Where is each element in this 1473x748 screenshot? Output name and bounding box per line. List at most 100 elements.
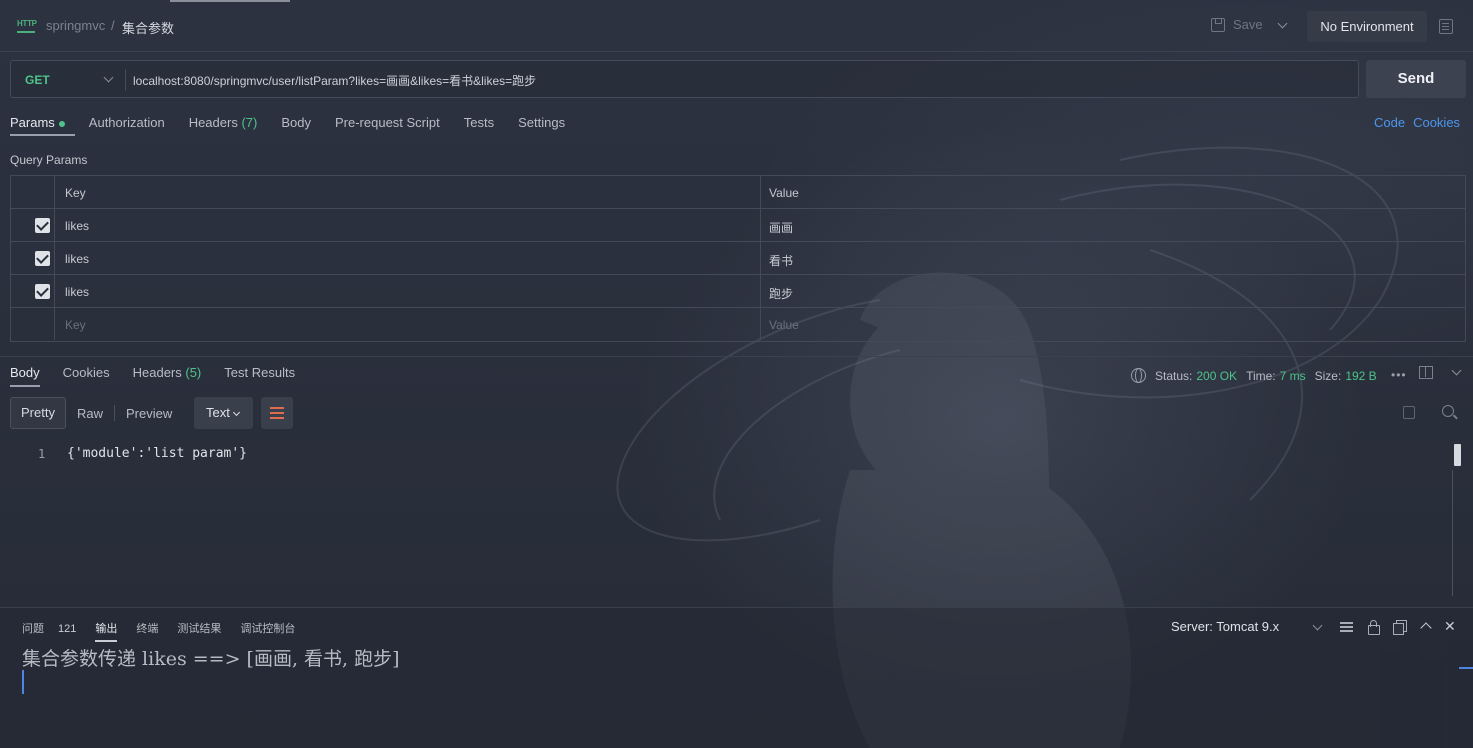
- row-checkbox[interactable]: [35, 218, 50, 233]
- table-row-new: Key Value: [11, 308, 1465, 341]
- query-params-title: Query Params: [10, 153, 88, 167]
- tab-pre-request-script[interactable]: Pre-request Script: [335, 115, 440, 130]
- param-value[interactable]: 看书: [769, 252, 793, 269]
- breadcrumb-current[interactable]: 集合参数: [122, 18, 174, 37]
- method-selector[interactable]: GET: [25, 73, 50, 87]
- lock-scroll-icon[interactable]: [1367, 620, 1380, 635]
- server-selector[interactable]: Server: Tomcat 9.x: [1171, 619, 1279, 634]
- url-divider: [125, 69, 126, 91]
- tab-response-body[interactable]: Body: [10, 365, 40, 387]
- copy-output-icon[interactable]: [1393, 620, 1407, 635]
- table-row: likes 看书: [11, 242, 1465, 275]
- row-checkbox[interactable]: [35, 284, 50, 299]
- table-header-row: Key Value: [11, 176, 1465, 209]
- pretty-button[interactable]: Pretty: [10, 397, 66, 429]
- save-dropdown-chevron-icon[interactable]: [1277, 18, 1288, 29]
- globe-icon[interactable]: [1131, 368, 1146, 383]
- new-value-input[interactable]: Value: [769, 318, 799, 332]
- breadcrumb-separator: /: [111, 18, 115, 33]
- wrap-lines-button[interactable]: [261, 397, 293, 429]
- headers-count: (7): [241, 115, 258, 130]
- code-link[interactable]: Code: [1374, 115, 1405, 130]
- cookies-link[interactable]: Cookies: [1413, 115, 1460, 130]
- tab-response-cookies[interactable]: Cookies: [63, 365, 110, 380]
- new-key-input[interactable]: Key: [65, 318, 86, 332]
- send-button[interactable]: Send: [1366, 60, 1466, 98]
- tab-test-results[interactable]: Test Results: [224, 365, 295, 380]
- column-header-key: Key: [65, 186, 86, 200]
- save-label: Save: [1233, 17, 1263, 32]
- response-scrollbar[interactable]: [1454, 444, 1461, 466]
- tab-tests[interactable]: Tests: [464, 115, 494, 130]
- column-divider: [760, 242, 761, 274]
- url-input[interactable]: localhost:8080/springmvc/user/listParam?…: [133, 72, 536, 89]
- console-tab-problems-label: 问题: [22, 623, 44, 635]
- column-divider: [760, 275, 761, 307]
- console-tab-test-results[interactable]: 测试结果: [177, 620, 221, 636]
- environment-selector[interactable]: No Environment: [1307, 11, 1427, 42]
- url-bar: GET localhost:8080/springmvc/user/listPa…: [10, 60, 1359, 98]
- tab-body[interactable]: Body: [281, 115, 311, 130]
- pane-splitter[interactable]: [0, 356, 1473, 357]
- column-header-value: Value: [769, 186, 799, 200]
- copy-response-icon[interactable]: [1403, 406, 1415, 419]
- param-value[interactable]: 画画: [769, 219, 793, 236]
- method-chevron-icon[interactable]: [103, 72, 114, 83]
- time-value[interactable]: 7 ms: [1280, 369, 1306, 383]
- param-key[interactable]: likes: [65, 285, 89, 299]
- tab-headers[interactable]: Headers (7): [189, 115, 258, 130]
- save-icon: [1211, 17, 1225, 32]
- console-tab-output[interactable]: 输出: [95, 620, 118, 642]
- response-type-selector[interactable]: Text: [194, 397, 253, 429]
- console-caret: [22, 670, 24, 694]
- tab-params-label: Params: [10, 115, 55, 130]
- raw-button[interactable]: Raw: [66, 406, 114, 421]
- console-tab-terminal[interactable]: 终端: [136, 620, 158, 636]
- top-header: HTTP springmvc / 集合参数 Save No Environmen…: [0, 0, 1473, 52]
- tab-accent-line: [170, 0, 290, 2]
- row-checkbox-cell: [11, 209, 55, 241]
- tab-response-headers[interactable]: Headers (5): [133, 365, 202, 380]
- output-console-panel: 问题 121 输出 终端 测试结果 调试控制台 Server: Tomcat 9.…: [0, 607, 1473, 748]
- status-label: Status:: [1155, 368, 1193, 383]
- row-checkbox[interactable]: [35, 251, 50, 266]
- tab-params[interactable]: Params: [10, 115, 75, 136]
- request-tabs: Params Authorization Headers (7) Body Pr…: [10, 115, 589, 136]
- filter-list-icon[interactable]: [1340, 620, 1353, 633]
- close-icon[interactable]: ✕: [1444, 619, 1457, 633]
- maximize-panel-icon[interactable]: [1419, 620, 1432, 633]
- preview-button[interactable]: Preview: [115, 406, 183, 421]
- row-checkbox-cell: [11, 275, 55, 307]
- more-options-icon[interactable]: •••: [1391, 368, 1407, 382]
- response-body-text[interactable]: {'module':'list param'}: [67, 446, 247, 461]
- status-value[interactable]: 200 OK: [1196, 369, 1237, 383]
- tab-authorization[interactable]: Authorization: [89, 115, 165, 130]
- checkbox-column-header: [11, 176, 55, 208]
- query-params-table: Key Value likes 画画 likes 看书 likes 跑步 Key…: [10, 175, 1466, 342]
- console-tab-problems[interactable]: 问题 121: [22, 620, 76, 636]
- response-format-group: Pretty Raw Preview: [10, 397, 183, 429]
- response-tabs: Body Cookies Headers (5) Test Results: [10, 365, 318, 387]
- server-chevron-icon[interactable]: [1312, 620, 1323, 631]
- response-type-chevron-icon: [232, 408, 240, 417]
- collapse-response-chevron-icon[interactable]: [1451, 365, 1462, 376]
- console-tab-debug-console[interactable]: 调试控制台: [240, 620, 295, 636]
- column-divider: [760, 308, 761, 340]
- params-active-dot: [58, 120, 65, 127]
- column-divider: [760, 209, 761, 241]
- tab-settings[interactable]: Settings: [518, 115, 565, 130]
- param-key[interactable]: likes: [65, 219, 89, 233]
- response-status-bar: Status: 200 OK Time: 7 ms Size: 192 B: [1131, 368, 1386, 383]
- table-row: likes 画画: [11, 209, 1465, 242]
- save-button[interactable]: Save: [1211, 17, 1263, 32]
- search-icon[interactable]: [1442, 405, 1454, 417]
- right-links: Code Cookies: [1374, 115, 1460, 130]
- size-value[interactable]: 192 B: [1345, 369, 1376, 383]
- environment-quick-look-icon[interactable]: [1439, 19, 1453, 34]
- param-key[interactable]: likes: [65, 252, 89, 266]
- response-headers-count: (5): [185, 365, 202, 380]
- layout-toggle-icon[interactable]: [1419, 366, 1433, 379]
- param-value[interactable]: 跑步: [769, 285, 793, 302]
- edge-indicator: [1459, 667, 1473, 669]
- breadcrumb-project[interactable]: springmvc: [46, 18, 105, 33]
